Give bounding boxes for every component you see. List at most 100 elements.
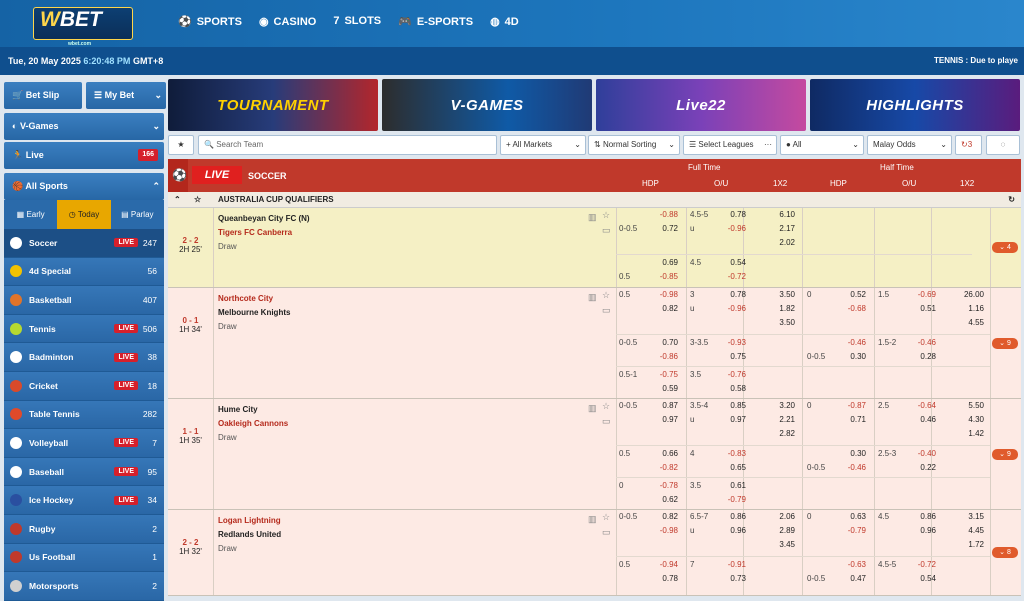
- sidebar-item-vgames[interactable]: ◐ V-Games ⌄: [4, 113, 164, 140]
- live22-banner[interactable]: Live22: [596, 79, 806, 131]
- favorite-star-icon[interactable]: ★: [168, 135, 194, 155]
- nav-casino[interactable]: ◉ CASINO: [259, 15, 316, 28]
- competition-row[interactable]: ⌃ ☆ AUSTRALIA CUP QUALIFIERS ↻: [168, 192, 1021, 208]
- sidebar-sport-item[interactable]: Tennis LIVE 506: [4, 314, 164, 344]
- star-icon[interactable]: ☆: [602, 512, 610, 523]
- markets-select[interactable]: + All Markets ⌄: [500, 135, 586, 155]
- sidebar-sport-item[interactable]: Cricket LIVE 18: [4, 371, 164, 401]
- odds-cell[interactable]: 0.87: [650, 401, 678, 410]
- odds-cell[interactable]: 2.21: [767, 415, 795, 424]
- tv-icon[interactable]: ▭: [602, 225, 611, 236]
- my-bet-button[interactable]: ☰ My Bet ⌄: [86, 82, 166, 109]
- odds-cell[interactable]: 0.72: [650, 224, 678, 233]
- nav-slots[interactable]: 7 SLOTS: [333, 15, 381, 28]
- sidebar-sport-item[interactable]: Soccer LIVE 247: [4, 229, 164, 258]
- odds-cell[interactable]: -0.46: [838, 338, 866, 347]
- sidebar-item-all-sports[interactable]: 🏀 All Sports ⌃: [4, 173, 164, 200]
- odds-cell[interactable]: -0.75: [650, 370, 678, 379]
- odds-cell[interactable]: 1.42: [956, 429, 984, 438]
- odds-cell[interactable]: -0.63: [838, 560, 866, 569]
- odds-cell[interactable]: 0.22: [908, 463, 936, 472]
- sidebar-sport-item[interactable]: Volleyball LIVE 7: [4, 429, 164, 458]
- odds-cell[interactable]: 6.10: [767, 210, 795, 219]
- star-icon[interactable]: ☆: [602, 210, 610, 221]
- sidebar-sport-item[interactable]: 4d Special 56: [4, 257, 164, 287]
- odds-cell[interactable]: -0.72: [908, 560, 936, 569]
- away-team[interactable]: Redlands United: [218, 528, 281, 542]
- sidebar-sport-item[interactable]: Rugby 2: [4, 514, 164, 544]
- sidebar-sport-item[interactable]: Table Tennis 282: [4, 400, 164, 430]
- nav-4d[interactable]: ◍ 4D: [490, 15, 519, 28]
- odds-cell[interactable]: -0.79: [718, 495, 746, 504]
- odds-cell[interactable]: 0.78: [650, 574, 678, 583]
- odds-cell[interactable]: -0.94: [650, 560, 678, 569]
- odds-cell[interactable]: 0.82: [650, 512, 678, 521]
- bet-slip-button[interactable]: 🛒 Bet Slip: [4, 82, 82, 109]
- odds-cell[interactable]: 0.86: [718, 512, 746, 521]
- odds-cell[interactable]: 0.30: [838, 352, 866, 361]
- odds-cell[interactable]: 0.65: [718, 463, 746, 472]
- odds-cell[interactable]: 0.52: [838, 290, 866, 299]
- odds-type-select[interactable]: Malay Odds ⌄: [867, 135, 952, 155]
- sidebar-sport-item[interactable]: Baseball LIVE 95: [4, 457, 164, 487]
- vgames-banner[interactable]: V-GAMES: [382, 79, 592, 131]
- star-icon[interactable]: ☆: [602, 401, 610, 412]
- star-icon[interactable]: ☆: [194, 192, 201, 208]
- wbet-logo[interactable]: WBET wbet.com: [33, 7, 133, 47]
- odds-cell[interactable]: -0.98: [650, 290, 678, 299]
- stats-icon[interactable]: ▥: [588, 403, 597, 414]
- odds-cell[interactable]: 0.59: [650, 384, 678, 393]
- tv-icon[interactable]: ▭: [602, 527, 611, 538]
- star-icon[interactable]: ☆: [602, 290, 610, 301]
- odds-cell[interactable]: 26.00: [956, 290, 984, 299]
- odds-cell[interactable]: -0.85: [650, 272, 678, 281]
- odds-cell[interactable]: 0.71: [838, 415, 866, 424]
- odds-cell[interactable]: 1.72: [956, 540, 984, 549]
- stats-icon[interactable]: ▥: [588, 212, 597, 223]
- odds-cell[interactable]: 0.75: [718, 352, 746, 361]
- odds-cell[interactable]: 0.47: [838, 574, 866, 583]
- odds-cell[interactable]: 2.82: [767, 429, 795, 438]
- odds-cell[interactable]: 0.78: [718, 210, 746, 219]
- tab-today[interactable]: ◷ Today: [57, 200, 111, 229]
- away-team[interactable]: Oakleigh Cannons: [218, 417, 288, 431]
- odds-cell[interactable]: 2.02: [767, 238, 795, 247]
- sorting-select[interactable]: ⇅ Normal Sorting ⌄: [588, 135, 680, 155]
- search-input[interactable]: 🔍 Search Team: [198, 135, 497, 155]
- refresh-icon[interactable]: ↻: [1008, 192, 1015, 208]
- sidebar-sport-item[interactable]: Motorsports 2: [4, 572, 164, 601]
- tv-icon[interactable]: ▭: [602, 305, 611, 316]
- odds-cell[interactable]: -0.82: [650, 463, 678, 472]
- odds-cell[interactable]: 0.54: [718, 258, 746, 267]
- odds-cell[interactable]: 5.50: [956, 401, 984, 410]
- nav-sports[interactable]: ⚽ SPORTS: [178, 15, 242, 28]
- odds-cell[interactable]: 0.96: [908, 526, 936, 535]
- odds-cell[interactable]: 3.45: [767, 540, 795, 549]
- odds-cell[interactable]: -0.87: [838, 401, 866, 410]
- odds-cell[interactable]: 4.45: [956, 526, 984, 535]
- odds-cell[interactable]: -0.88: [650, 210, 678, 219]
- odds-cell[interactable]: -0.98: [650, 526, 678, 535]
- odds-cell[interactable]: 0.63: [838, 512, 866, 521]
- odds-cell[interactable]: 0.58: [718, 384, 746, 393]
- odds-cell[interactable]: -0.40: [908, 449, 936, 458]
- odds-cell[interactable]: 2.89: [767, 526, 795, 535]
- odds-cell[interactable]: 0.70: [650, 338, 678, 347]
- odds-cell[interactable]: 2.06: [767, 512, 795, 521]
- odds-cell[interactable]: 0.86: [908, 512, 936, 521]
- odds-cell[interactable]: -0.96: [718, 304, 746, 313]
- odds-cell[interactable]: 0.78: [718, 290, 746, 299]
- odds-cell[interactable]: 0.54: [908, 574, 936, 583]
- odds-cell[interactable]: 0.28: [908, 352, 936, 361]
- home-team[interactable]: Logan Lightning: [218, 514, 281, 528]
- odds-cell[interactable]: 0.61: [718, 481, 746, 490]
- odds-cell[interactable]: -0.83: [718, 449, 746, 458]
- odds-cell[interactable]: 0.97: [650, 415, 678, 424]
- odds-cell[interactable]: -0.46: [908, 338, 936, 347]
- odds-cell[interactable]: 0.46: [908, 415, 936, 424]
- odds-cell[interactable]: 3.15: [956, 512, 984, 521]
- odds-cell[interactable]: -0.69: [908, 290, 936, 299]
- sidebar-sport-item[interactable]: Badminton LIVE 38: [4, 343, 164, 372]
- sidebar-sport-item[interactable]: Us Football 1: [4, 543, 164, 573]
- sidebar-sport-item[interactable]: Ice Hockey LIVE 34: [4, 486, 164, 515]
